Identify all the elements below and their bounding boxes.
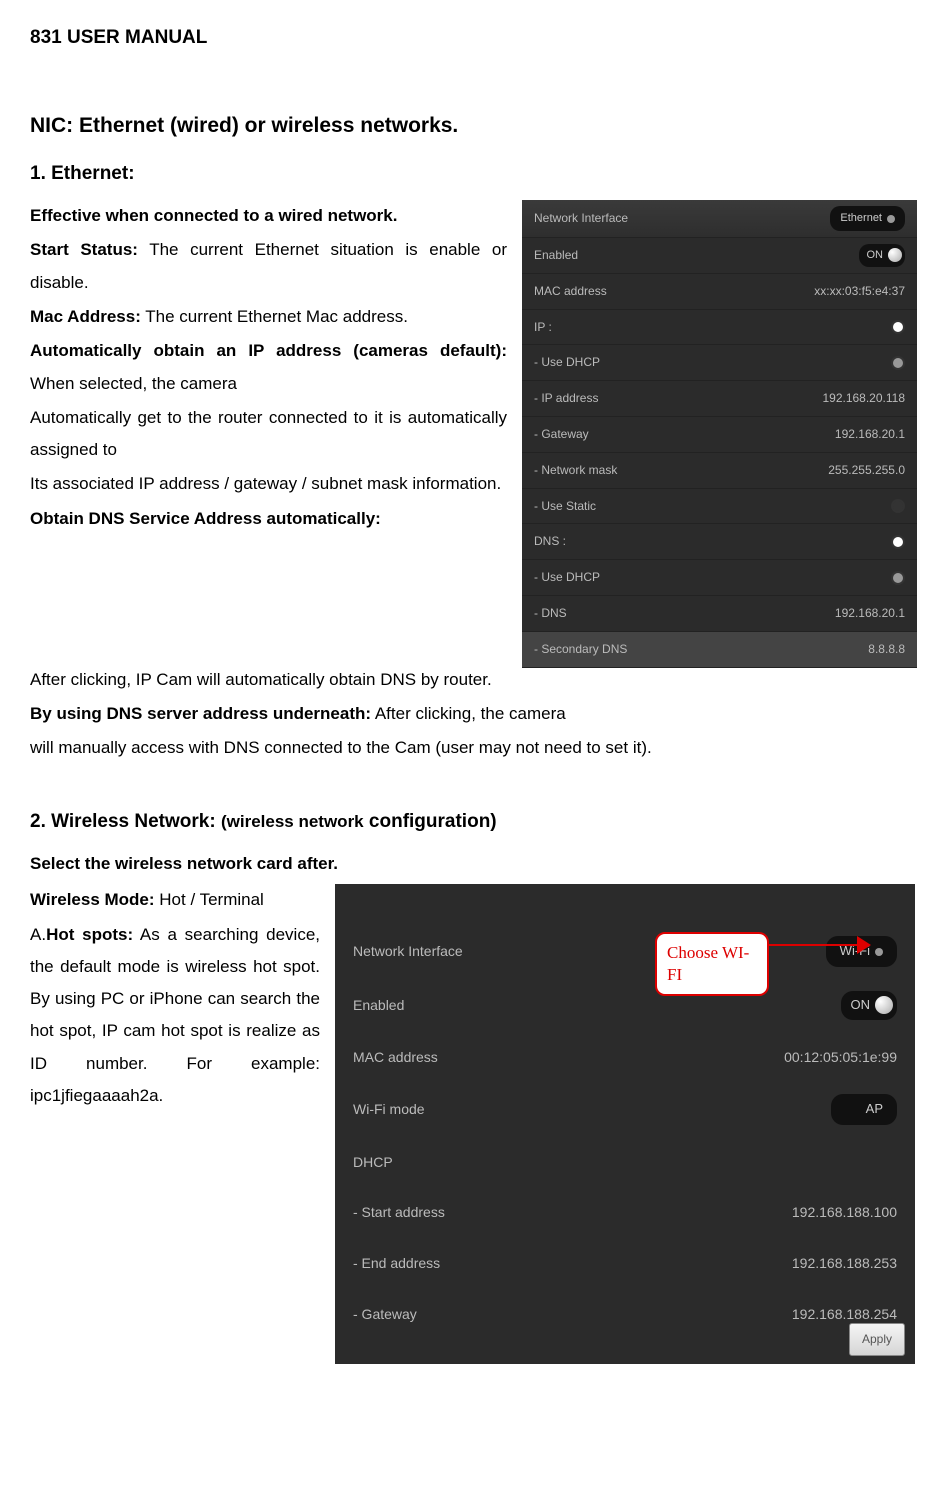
row-mac: MAC address xx:xx:03:f5:e4:37: [522, 274, 917, 310]
section-nic-title: NIC: Ethernet (wired) or wireless networ…: [30, 106, 917, 146]
row-dns-dhcp[interactable]: - Use DHCP: [522, 560, 917, 596]
label-enabled: Enabled: [534, 244, 578, 267]
callout-arrow-icon: [857, 936, 871, 954]
row-dns-header: DNS :: [522, 524, 917, 560]
select-wireless-line: Select the wireless network card after.: [30, 848, 917, 880]
label-secondary-dns: - Secondary DNS: [534, 638, 627, 661]
using-dns-text: After clicking, the camera: [371, 704, 566, 723]
radio-icon: [891, 535, 905, 549]
row-use-dhcp[interactable]: - Use DHCP: [522, 345, 917, 381]
value-end-address: 192.168.188.253: [792, 1250, 897, 1277]
label-netmask: - Network mask: [534, 459, 617, 482]
callout-choose-wifi: Choose WI-FI: [655, 932, 769, 996]
value-dns: 192.168.20.1: [835, 602, 905, 625]
wireless-mode-label: Wireless Mode:: [30, 890, 155, 909]
apply-button[interactable]: Apply: [849, 1323, 905, 1356]
row-gateway: - Gateway 192.168.20.1: [522, 417, 917, 453]
using-dns-line2: will manually access with DNS connected …: [30, 732, 917, 764]
label-dns-header: DNS :: [534, 530, 566, 553]
hotspot-label: Hot spots:: [46, 925, 133, 944]
page-header: 831 USER MANUAL: [30, 20, 917, 56]
ethernet-continued: After clicking, IP Cam will automaticall…: [30, 664, 917, 765]
value-ip-address: 192.168.20.118: [822, 387, 905, 410]
toggle-enabled[interactable]: ON: [859, 244, 906, 267]
hotspot-prefix: A.: [30, 925, 46, 944]
label-end-address: - End address: [353, 1250, 440, 1277]
label-ip-address: - IP address: [534, 387, 598, 410]
auto-ip-text: When selected, the camera: [30, 374, 237, 393]
row-wifi-mode[interactable]: Wi-Fi mode AP: [335, 1082, 915, 1137]
mode-knob-icon: [845, 1102, 861, 1118]
row-gateway: - Gateway 192.168.188.254: [335, 1289, 915, 1340]
row-ip-address: - IP address 192.168.20.118: [522, 381, 917, 417]
subsection-ethernet-title: 1. Ethernet:: [30, 156, 917, 192]
row-dns: - DNS 192.168.20.1: [522, 596, 917, 632]
label-dns: - DNS: [534, 602, 567, 625]
row-secondary-dns: - Secondary DNS 8.8.8.8: [522, 632, 917, 668]
value-mac: xx:xx:03:f5:e4:37: [814, 280, 905, 303]
radio-icon: [891, 320, 905, 334]
label-wifi-mode: Wi-Fi mode: [353, 1096, 425, 1123]
hotspot-text: As a searching device, the default mode …: [30, 925, 320, 1105]
obtain-dns-label: Obtain DNS Service Address automatically…: [30, 509, 381, 528]
row-enabled[interactable]: Enabled ON: [522, 238, 917, 274]
start-status-label: Start Status:: [30, 240, 138, 259]
callout-line-icon: [767, 944, 859, 946]
label-enabled: Enabled: [353, 992, 404, 1019]
selector-ethernet[interactable]: Ethernet: [830, 206, 905, 231]
label-mac: MAC address: [353, 1044, 438, 1071]
row-use-static[interactable]: - Use Static: [522, 489, 917, 525]
ethernet-settings-panel: Network Interface Ethernet Enabled ON MA…: [522, 200, 917, 668]
label-dhcp: DHCP: [353, 1149, 393, 1176]
label-network-interface: Network Interface: [534, 207, 628, 230]
wireless-mode-text: Hot / Terminal: [155, 890, 264, 909]
row-netmask: - Network mask 255.255.255.0: [522, 453, 917, 489]
toggle-knob-icon: [875, 996, 893, 1014]
auto-ip-label: Automatically obtain an IP address (came…: [30, 341, 507, 360]
row-end-address: - End address 192.168.188.253: [335, 1238, 915, 1289]
label-dns-dhcp: - Use DHCP: [534, 566, 600, 589]
auto-ip-line2: Automatically get to the router connecte…: [30, 402, 507, 467]
mac-address-label: Mac Address:: [30, 307, 141, 326]
using-dns-label: By using DNS server address underneath:: [30, 704, 371, 723]
mac-address-text: The current Ethernet Mac address.: [141, 307, 408, 326]
row-dhcp-header: DHCP: [335, 1137, 915, 1188]
wifi-settings-panel: Choose WI-FI Network Interface Wi-Fi Ena…: [335, 884, 915, 1364]
radio-selected-icon[interactable]: [891, 571, 905, 585]
row-network-interface[interactable]: Network Interface Wi-Fi: [335, 924, 915, 979]
selector-ap[interactable]: AP: [831, 1094, 897, 1125]
label-network-interface: Network Interface: [353, 938, 463, 965]
row-mac: MAC address 00:12:05:05:1e:99: [335, 1032, 915, 1083]
row-ip-header: IP :: [522, 310, 917, 346]
label-mac: MAC address: [534, 280, 607, 303]
toggle-enabled[interactable]: ON: [841, 991, 898, 1020]
effective-line: Effective when connected to a wired netw…: [30, 206, 397, 225]
value-mac: 00:12:05:05:1e:99: [784, 1044, 897, 1071]
row-enabled[interactable]: Enabled ON: [335, 979, 915, 1032]
ethernet-description: Effective when connected to a wired netw…: [30, 200, 507, 537]
chevron-icon: [887, 215, 895, 223]
value-start-address: 192.168.188.100: [792, 1199, 897, 1226]
auto-ip-line3: Its associated IP address / gateway / su…: [30, 468, 507, 500]
row-start-address: - Start address 192.168.188.100: [335, 1187, 915, 1238]
row-network-interface[interactable]: Network Interface Ethernet: [522, 200, 917, 238]
label-ip: IP :: [534, 316, 552, 339]
label-use-dhcp: - Use DHCP: [534, 351, 600, 374]
radio-selected-icon[interactable]: [891, 356, 905, 370]
wireless-description: Wireless Mode: Hot / Terminal A.Hot spot…: [30, 884, 320, 1114]
value-gateway: 192.168.20.1: [835, 423, 905, 446]
obtain-dns-text: After clicking, IP Cam will automaticall…: [30, 664, 917, 696]
label-use-static: - Use Static: [534, 495, 596, 518]
chevron-icon: [875, 948, 883, 956]
label-start-address: - Start address: [353, 1199, 445, 1226]
toggle-knob-icon: [888, 248, 902, 262]
subsection-wireless-title: 2. Wireless Network: (wireless network c…: [30, 804, 917, 840]
value-netmask: 255.255.255.0: [828, 459, 905, 482]
radio-unselected-icon[interactable]: [891, 499, 905, 513]
label-gateway: - Gateway: [353, 1301, 417, 1328]
value-secondary-dns: 8.8.8.8: [868, 638, 905, 661]
label-gateway: - Gateway: [534, 423, 589, 446]
